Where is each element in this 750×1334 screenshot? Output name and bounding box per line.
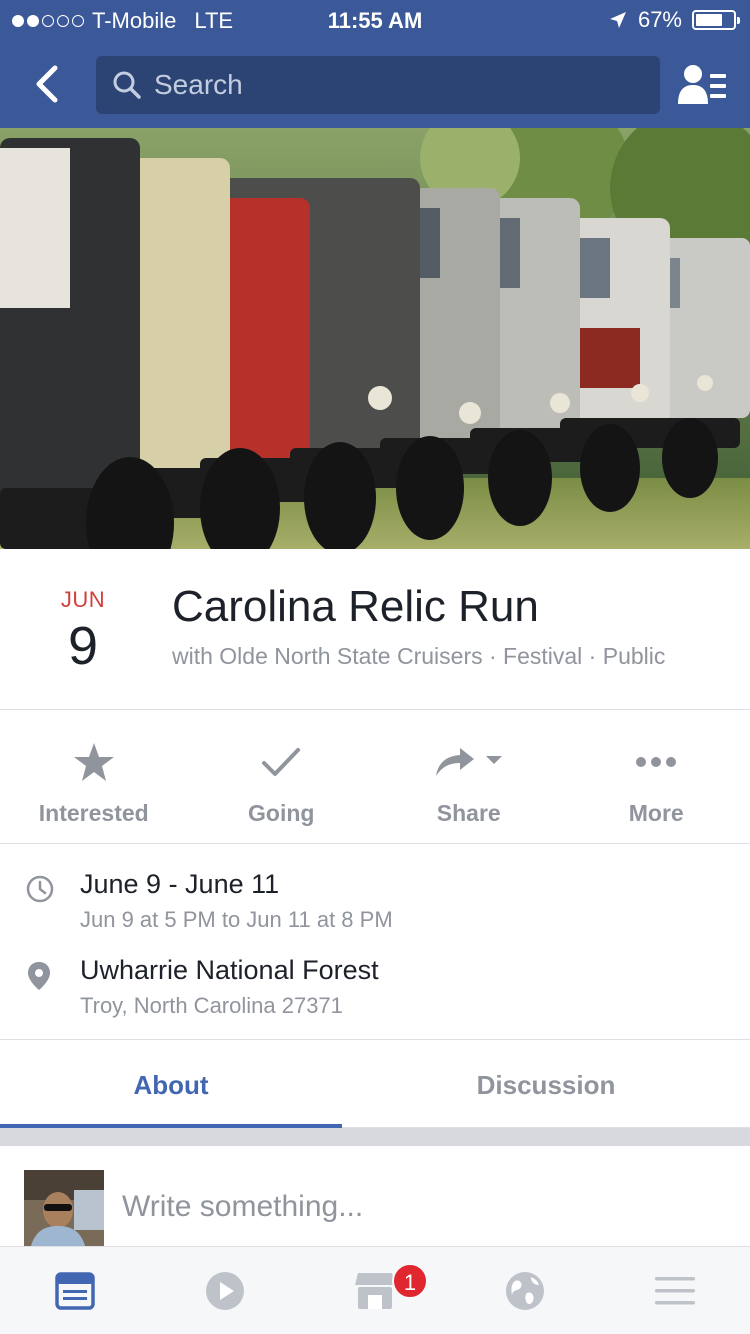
more-button[interactable]: More: [563, 710, 750, 843]
globe-icon: [506, 1271, 544, 1310]
bottom-tab-bar: 1: [0, 1246, 750, 1334]
event-title: Carolina Relic Run: [172, 582, 539, 631]
tab-video[interactable]: [150, 1247, 300, 1334]
person-list-icon: [678, 65, 726, 104]
event-cover-photo[interactable]: [0, 128, 750, 549]
back-button[interactable]: [22, 60, 70, 108]
checkmark-icon: [262, 748, 301, 776]
clock-icon: [26, 875, 54, 903]
event-date-range: June 9 - June 11: [80, 869, 280, 899]
nav-bar: [0, 40, 750, 128]
tab-menu[interactable]: [600, 1247, 750, 1334]
going-button[interactable]: Going: [188, 710, 376, 843]
search-icon: [113, 71, 141, 99]
more-label: More: [628, 800, 684, 826]
menu-icon: [655, 1276, 695, 1304]
chevron-left-icon: [36, 65, 58, 103]
tab-marketplace[interactable]: 1: [300, 1247, 450, 1334]
location-arrow-icon: [609, 12, 626, 28]
event-location-row[interactable]: Uwharrie National Forest Troy, North Car…: [0, 931, 750, 1031]
event-details: June 9 - June 11 Jun 9 at 5 PM to Jun 11…: [0, 845, 750, 1040]
event-location-name: Uwharrie National Forest: [80, 955, 379, 985]
post-composer[interactable]: Write something...: [0, 1146, 750, 1250]
avatar: [24, 1170, 104, 1250]
event-tabs: About Discussion: [0, 1040, 750, 1128]
event-actions: Interested Going Share More: [0, 710, 750, 844]
battery-percent: 67%: [637, 7, 682, 32]
more-icon: [636, 757, 677, 767]
tab-news-feed[interactable]: [0, 1247, 150, 1334]
share-button[interactable]: Share: [375, 710, 563, 843]
marketplace-icon: [355, 1272, 395, 1309]
marketplace-badge: 1: [392, 1263, 428, 1299]
news-feed-icon: [55, 1271, 95, 1310]
event-date-badge: JUN 9: [40, 587, 126, 677]
star-icon: [73, 743, 114, 781]
location-pin-icon: [28, 962, 50, 990]
event-time-row[interactable]: June 9 - June 11 Jun 9 at 5 PM to Jun 11…: [0, 845, 750, 945]
share-label: Share: [436, 800, 501, 826]
battery-icon: [692, 10, 740, 30]
write-something-input[interactable]: Write something...: [122, 1190, 363, 1224]
event-location-address: Troy, North Carolina 27371: [80, 993, 343, 1018]
event-month: JUN: [60, 587, 106, 612]
tab-discussion[interactable]: Discussion: [342, 1040, 750, 1127]
share-icon: [435, 748, 502, 776]
friend-requests-button[interactable]: [676, 62, 728, 108]
search-bar[interactable]: [96, 56, 660, 114]
interested-label: Interested: [38, 800, 149, 826]
section-divider: [0, 1128, 750, 1146]
cover-photo-image: [0, 128, 750, 549]
tab-about[interactable]: About: [0, 1040, 342, 1128]
event-header: JUN 9 Carolina Relic Run with Olde North…: [0, 549, 750, 710]
event-subtitle[interactable]: with Olde North State Cruisers · Festiva…: [172, 643, 665, 670]
event-time-range: Jun 9 at 5 PM to Jun 11 at 8 PM: [80, 907, 393, 932]
interested-button[interactable]: Interested: [0, 710, 188, 843]
search-input[interactable]: [154, 69, 634, 101]
event-day: 9: [67, 616, 99, 676]
tab-notifications[interactable]: [450, 1247, 600, 1334]
video-icon: [206, 1271, 244, 1310]
going-label: Going: [248, 800, 315, 826]
status-bar: T-Mobile LTE 11:55 AM 67%: [0, 0, 750, 40]
